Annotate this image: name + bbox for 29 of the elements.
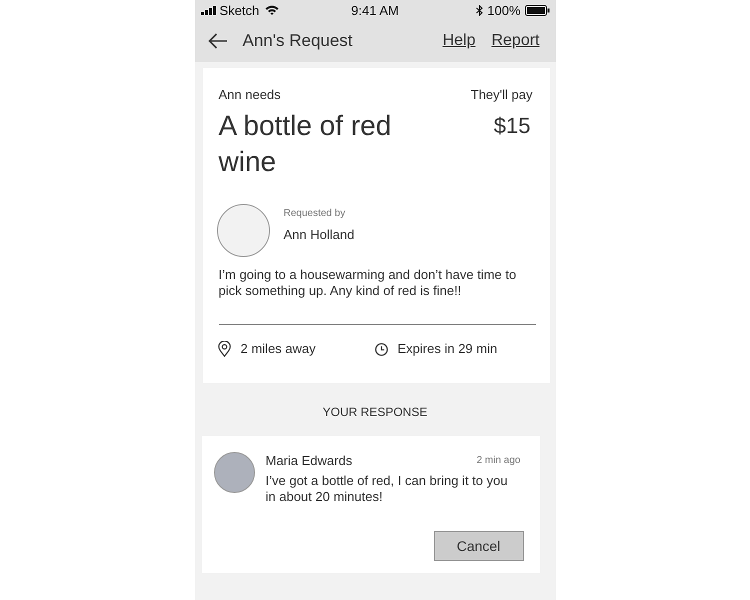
pay-amount: $15 [494,112,530,140]
signal-icon [200,6,216,14]
avatar-circle [214,452,254,493]
avatar-circle [216,204,270,257]
location-pin-icon [218,341,230,357]
nav-link[interactable]: Help [442,32,476,50]
requester-name: Ann Holland [284,226,354,242]
pay-label: They'll pay [470,87,532,103]
need-label: Ann needs [218,87,281,103]
wifi-icon [265,5,280,15]
distance-text: 2 miles away [240,341,316,357]
expiry-text: Expires in 29 min [398,341,498,357]
cancel-button[interactable]: Cancel [434,531,524,561]
request-title: A bottle of red wine [218,109,392,179]
response-time: 2 min ago [476,454,520,468]
battery-percent: 100% [487,2,521,18]
clock-time: 9:41 AM [351,2,399,18]
requested-by-label: Requested by [284,208,346,218]
battery-icon [524,4,550,16]
page-title: Ann's Request [242,31,354,51]
request-message: I’m going to a housewarming and don’t have time to pick something up. Any kind of red is fine!! [218,267,518,299]
carrier-name: Sketch [220,2,260,18]
bluetooth-icon [476,4,484,16]
section-heading: YOUR RESPONSE [322,405,428,419]
response-message: I’ve got a bottle of red, I can bring it to you in about 20 minutes! [266,473,509,505]
back-arrow-icon[interactable] [208,33,228,49]
clock-icon [374,342,388,356]
nav-link[interactable]: Report [491,32,540,50]
responder-name: Maria Edwards [266,453,352,469]
